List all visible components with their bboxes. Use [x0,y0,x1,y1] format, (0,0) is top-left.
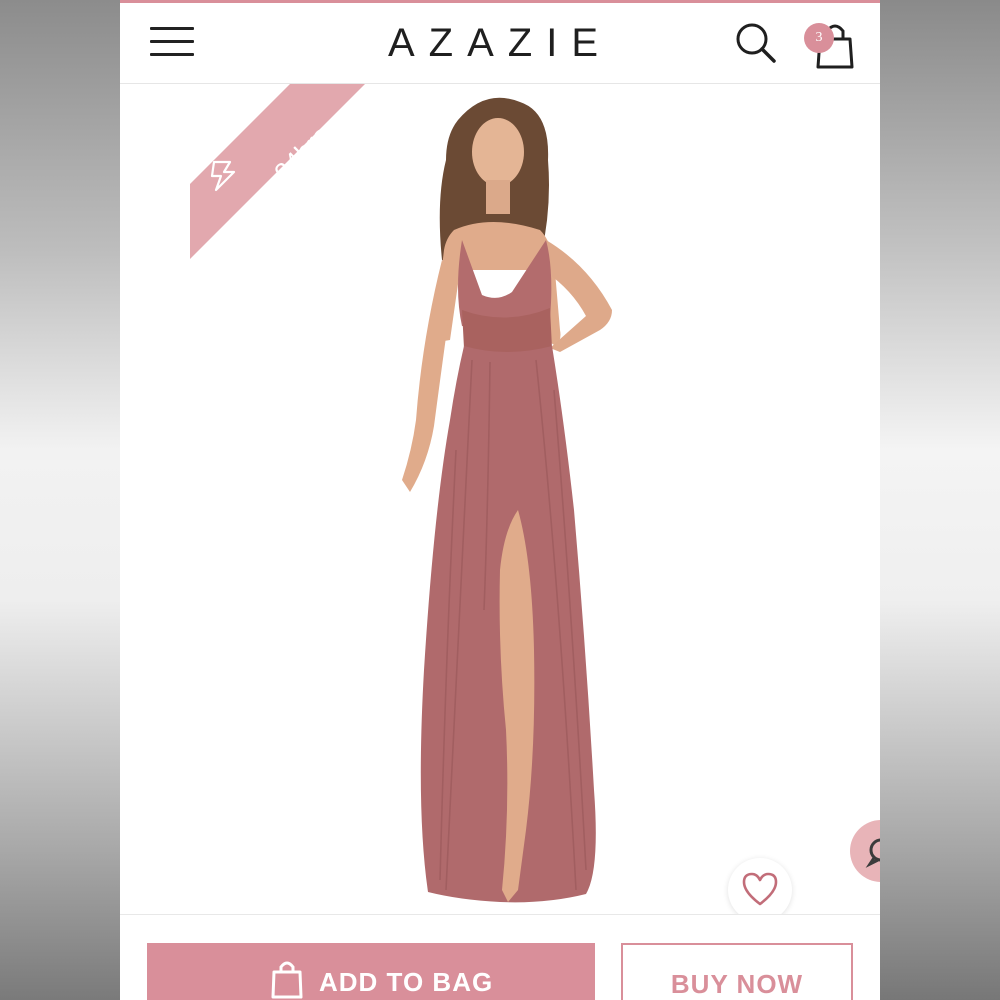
shopping-bag-button[interactable]: 3 [804,17,860,73]
product-image-area[interactable]: 24hrs [120,84,880,914]
add-to-bag-label: ADD TO BAG [319,967,494,997]
search-icon[interactable] [734,21,778,65]
background-left [0,0,120,1000]
app-header: AZAZIE 3 [120,3,880,84]
lightning-icon [210,160,236,192]
brand-logo[interactable]: AZAZIE [300,21,700,66]
action-bar: ADD TO BAG BUY NOW [120,914,880,1000]
buy-now-label: BUY NOW [670,969,804,999]
24hrs-ribbon-badge: 24hrs [190,84,365,259]
chat-button[interactable] [850,820,880,882]
chat-bubble-icon [865,838,880,868]
buy-now-button[interactable]: BUY NOW [621,943,853,1000]
add-to-bag-button[interactable]: ADD TO BAG [147,943,595,1000]
hamburger-menu-icon[interactable] [150,27,194,61]
bag-count-badge: 3 [804,23,834,53]
background-right [880,0,1000,1000]
wishlist-button[interactable] [728,858,792,914]
model-photo [402,97,612,903]
heart-icon [742,872,778,906]
shopping-bag-icon [271,961,303,999]
mobile-screen: AZAZIE 3 24hrs ADD TO BAG BUY NOW [120,0,880,1000]
